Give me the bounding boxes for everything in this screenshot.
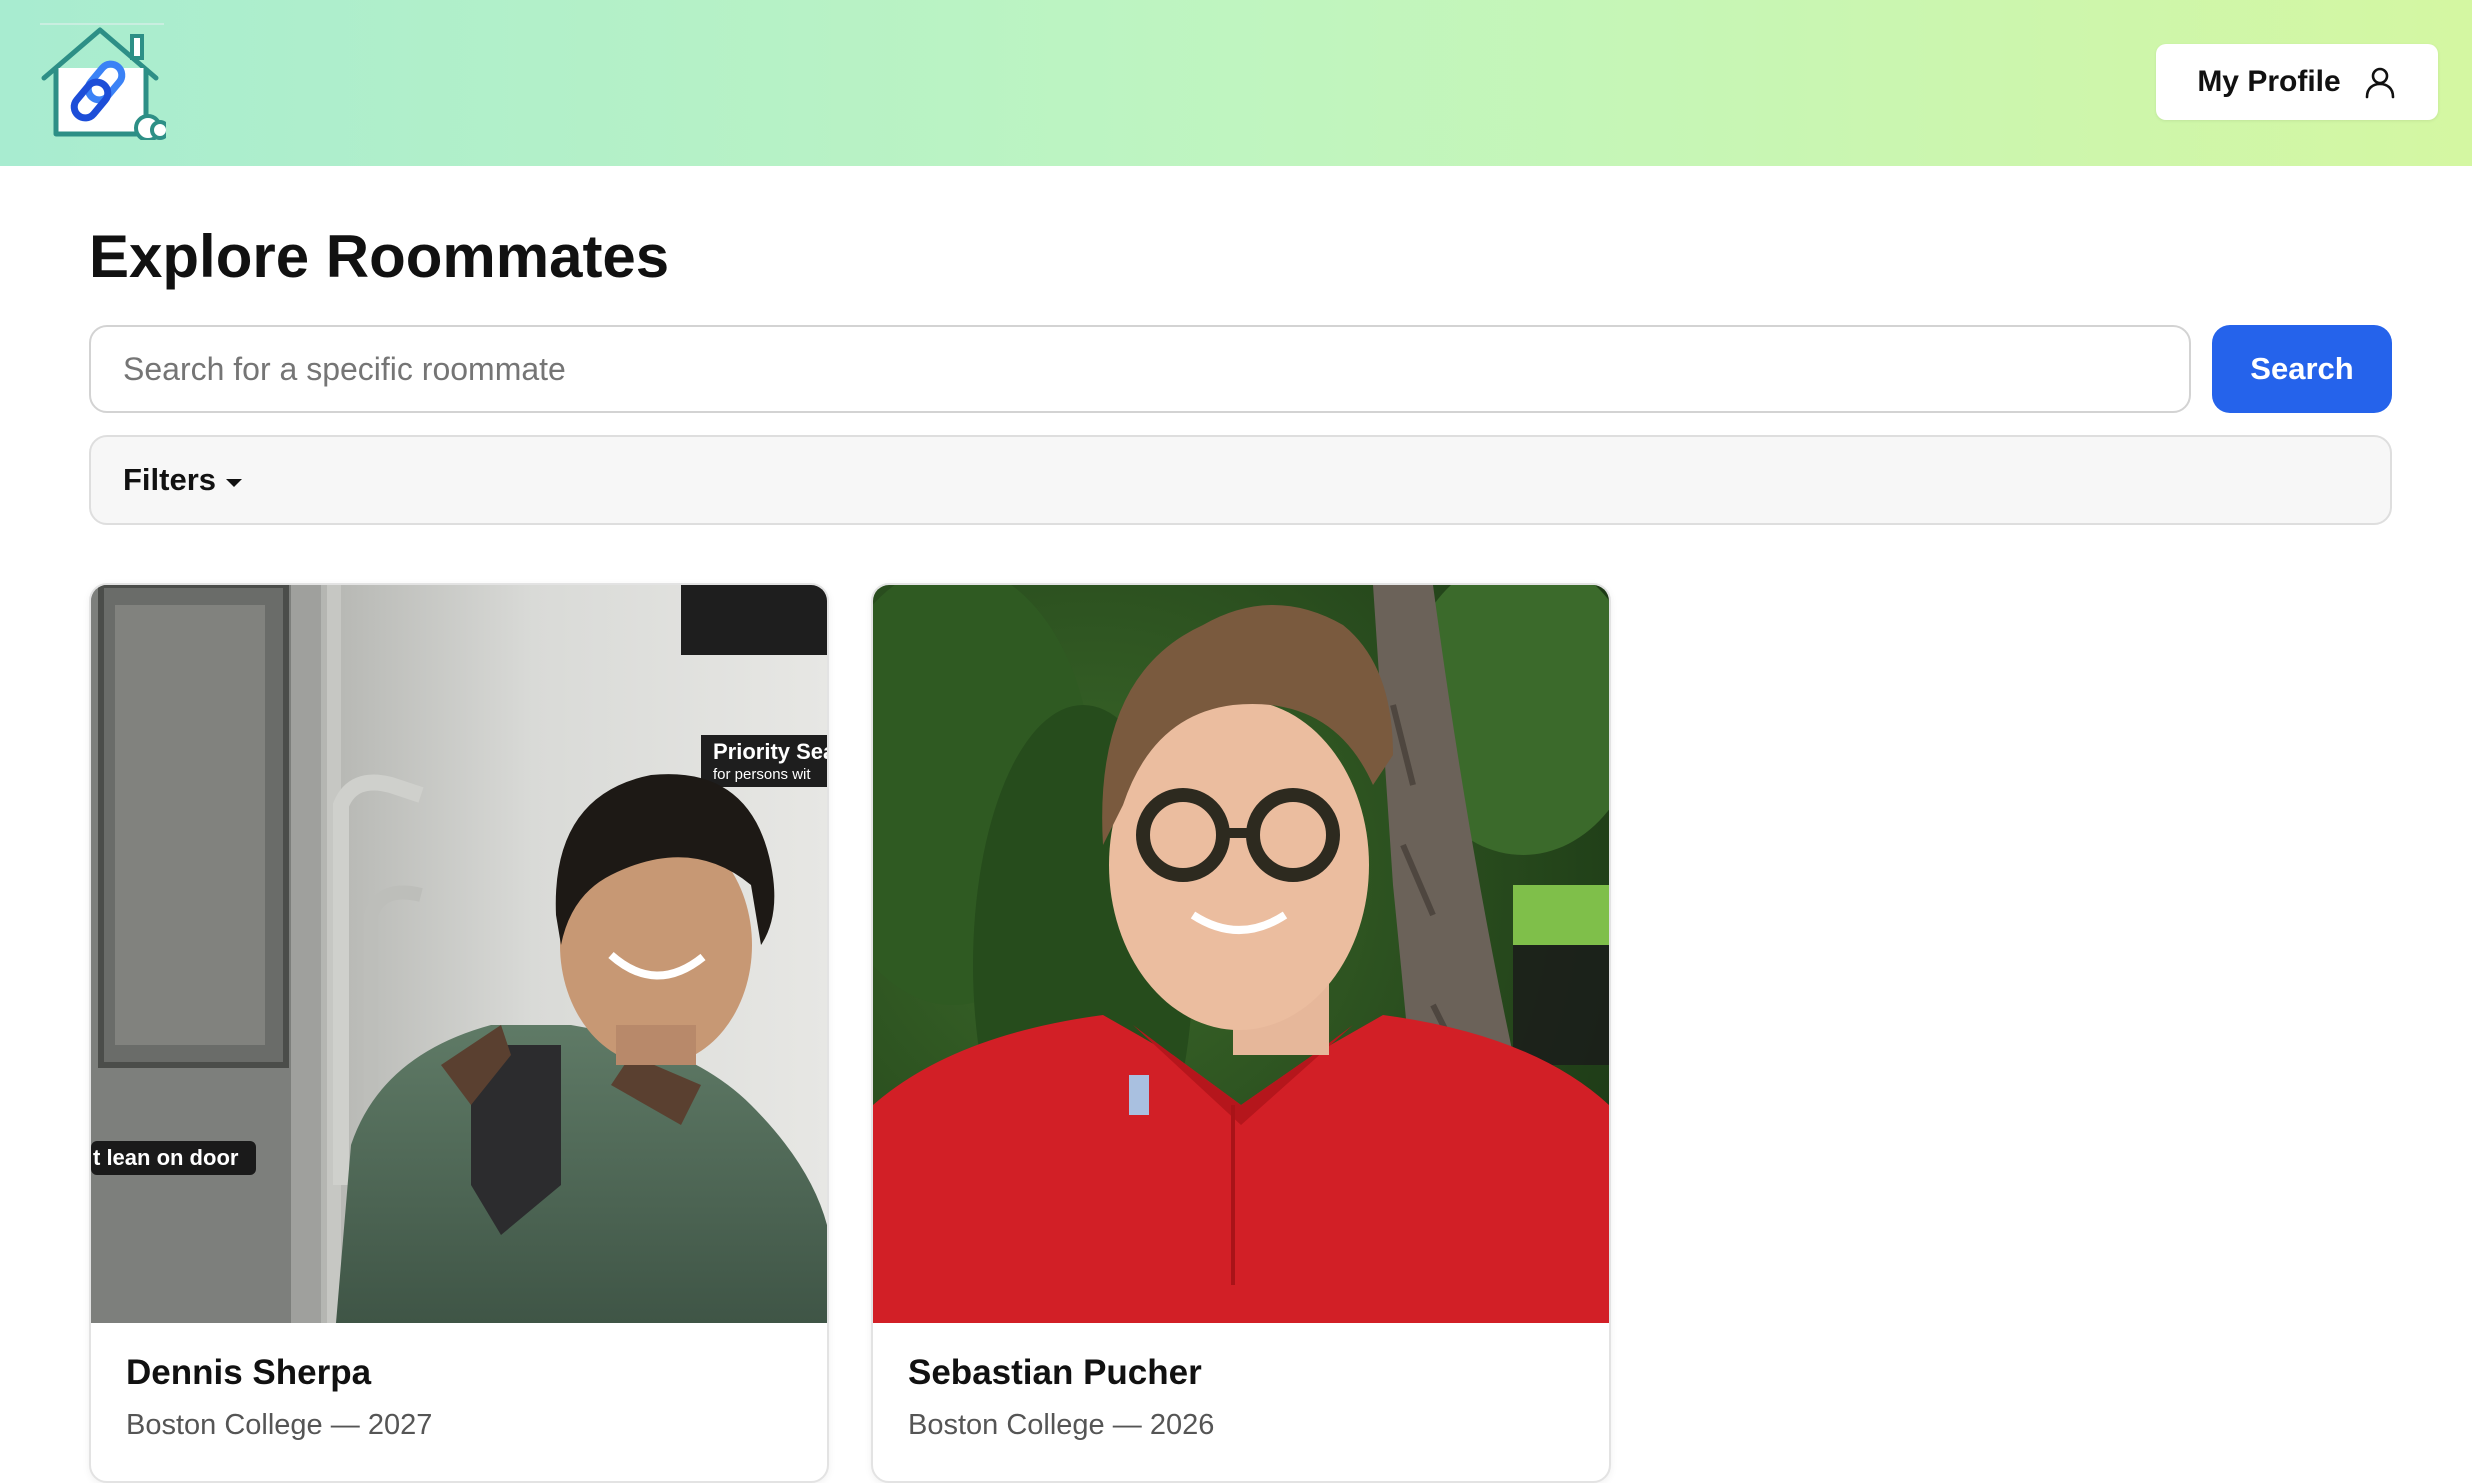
roommate-name: Sebastian Pucher bbox=[908, 1353, 1202, 1392]
door-sign-text: t lean on door bbox=[93, 1145, 239, 1170]
search-button[interactable]: Search bbox=[2212, 325, 2392, 413]
roommate-photo: Priority Sea for persons wit t lean on d… bbox=[91, 585, 827, 1323]
roommate-school-year: Boston College — 2026 bbox=[908, 1409, 1214, 1442]
roommate-year: 2026 bbox=[1149, 1409, 1215, 1441]
caret-down-icon bbox=[226, 479, 243, 487]
roommate-name: Dennis Sherpa bbox=[126, 1353, 372, 1392]
house-link-logo-icon[interactable] bbox=[36, 22, 170, 142]
filters-label: Filters bbox=[123, 462, 217, 497]
separator: — bbox=[330, 1409, 360, 1441]
roommate-year: 2027 bbox=[367, 1409, 433, 1441]
person-icon bbox=[2363, 65, 2397, 99]
filters-panel: Filters bbox=[89, 435, 2392, 525]
my-profile-button[interactable]: My Profile bbox=[2156, 44, 2438, 120]
search-input[interactable] bbox=[89, 325, 2191, 413]
roommate-card[interactable]: Sebastian Pucher Boston College — 2026 bbox=[871, 583, 1611, 1483]
filters-dropdown-toggle[interactable]: Filters bbox=[123, 437, 243, 523]
priority-seat-sign-subtext: for persons wit bbox=[713, 766, 811, 783]
separator: — bbox=[1112, 1409, 1142, 1441]
roommate-card[interactable]: Priority Sea for persons wit t lean on d… bbox=[89, 583, 829, 1483]
top-header: My Profile bbox=[0, 0, 2472, 166]
priority-seat-sign-text: Priority Sea bbox=[713, 739, 827, 764]
roommate-school: Boston College bbox=[126, 1409, 323, 1441]
roommate-school: Boston College bbox=[908, 1409, 1105, 1441]
roommate-school-year: Boston College — 2027 bbox=[126, 1409, 432, 1442]
my-profile-label: My Profile bbox=[2197, 65, 2341, 98]
page-title: Explore Roommates bbox=[89, 223, 670, 290]
roommate-photo bbox=[873, 585, 1609, 1323]
